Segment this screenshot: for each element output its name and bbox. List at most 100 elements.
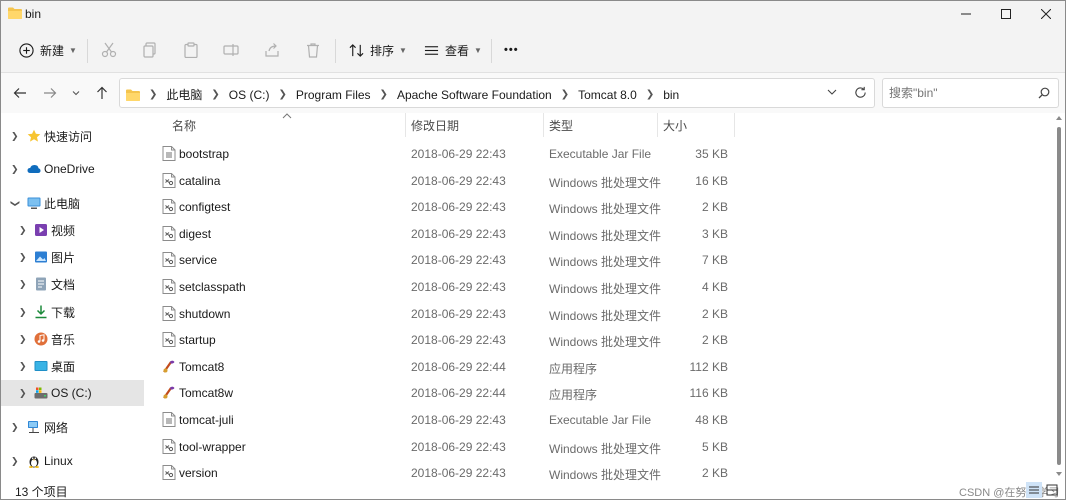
breadcrumb-item[interactable]: bin	[663, 88, 679, 102]
file-row[interactable]: setclasspath 2018-06-29 22:43 Windows 批处理文…	[146, 273, 1006, 299]
nav-item-quick-access[interactable]: ❯ 快速访问	[1, 123, 144, 149]
file-modified-date: 2018-06-29 22:44	[411, 359, 506, 374]
address-row: ❯ 此电脑 ❯ OS (C:) ❯ Program Files ❯ Apache…	[1, 73, 1065, 113]
breadcrumb-item[interactable]: Tomcat 8.0	[578, 88, 637, 102]
nav-item-documents[interactable]: ❯ 文档	[1, 271, 144, 297]
file-row[interactable]: configtest 2018-06-29 22:43 Windows 批处理文件 2…	[146, 193, 1006, 219]
paste-icon[interactable]	[183, 42, 199, 58]
column-header-size[interactable]: 大小	[663, 113, 733, 137]
column-divider[interactable]	[405, 113, 406, 137]
file-modified-date: 2018-06-29 22:43	[411, 253, 506, 268]
nav-item-onedrive[interactable]: ❯ OneDrive	[1, 156, 144, 182]
file-modified-date: 2018-06-29 22:43	[411, 173, 506, 188]
sort-button[interactable]: 排序 ▼	[349, 37, 407, 63]
nav-item-label: 音乐	[51, 332, 76, 347]
chevron-right-icon[interactable]: ❯	[19, 252, 27, 263]
chevron-right-icon[interactable]: ❯	[11, 164, 19, 175]
address-dropdown-button[interactable]	[826, 86, 838, 101]
search-box[interactable]	[882, 78, 1059, 108]
nav-item-downloads[interactable]: ❯ 下载	[1, 299, 144, 325]
scroll-down-icon[interactable]	[1055, 471, 1063, 477]
new-label: 新建	[40, 43, 65, 58]
breadcrumb-item[interactable]: Program Files	[296, 88, 371, 102]
search-icon[interactable]	[1038, 87, 1050, 102]
chevron-right-icon[interactable]: ❯	[11, 422, 19, 433]
chevron-right-icon[interactable]: ❯	[278, 89, 286, 100]
up-button[interactable]	[93, 84, 111, 102]
file-row[interactable]: catalina 2018-06-29 22:43 Windows 批处理文件 16 …	[146, 167, 1006, 193]
file-row[interactable]: Tomcat8w 2018-06-29 22:44 应用程序 116 KB	[146, 379, 1006, 405]
breadcrumb-item[interactable]: OS (C:)	[229, 88, 270, 102]
file-size: 4 KB	[701, 280, 728, 294]
scrollbar-thumb[interactable]	[1057, 127, 1061, 465]
chevron-right-icon[interactable]: ❯	[561, 89, 569, 100]
column-divider[interactable]	[657, 113, 658, 137]
file-row[interactable]: shutdown 2018-06-29 22:43 Windows 批处理文件 2 K…	[146, 300, 1006, 326]
chevron-right-icon[interactable]: ❯	[19, 334, 27, 345]
scroll-up-icon[interactable]	[1055, 115, 1063, 121]
chevron-right-icon[interactable]: ❯	[646, 89, 654, 100]
chevron-right-icon[interactable]: ❯	[11, 456, 19, 467]
rename-icon[interactable]	[223, 42, 239, 58]
nav-item-videos[interactable]: ❯ 视频	[1, 217, 144, 243]
column-divider[interactable]	[543, 113, 544, 137]
application-icon	[162, 385, 176, 400]
file-row[interactable]: service 2018-06-29 22:43 Windows 批处理文件 7 KB	[146, 246, 1006, 272]
chevron-right-icon[interactable]: ❯	[19, 307, 27, 318]
nav-item-label: 图片	[51, 250, 76, 265]
column-header-type[interactable]: 类型	[549, 113, 657, 137]
search-input[interactable]	[889, 85, 1029, 101]
column-header-date[interactable]: 修改日期	[411, 113, 543, 137]
back-button[interactable]	[11, 84, 29, 102]
chevron-right-icon[interactable]: ❯	[19, 279, 27, 290]
nav-item-os-c[interactable]: ❯ OS (C:)	[1, 380, 144, 406]
file-name: catalina	[179, 173, 221, 188]
file-size: 2 KB	[701, 200, 728, 215]
tiles-view-icon[interactable]	[1044, 482, 1060, 498]
file-row[interactable]: digest 2018-06-29 22:43 Windows 批处理文件 3 KB	[146, 220, 1006, 246]
share-icon[interactable]	[264, 42, 280, 58]
file-row[interactable]: tool-wrapper 2018-06-29 22:43 Windows 批处理文…	[146, 433, 1006, 459]
chevron-right-icon[interactable]: ❯	[19, 388, 27, 399]
vertical-scrollbar[interactable]	[1054, 113, 1064, 481]
forward-button[interactable]	[41, 84, 59, 102]
folder-icon	[126, 89, 140, 101]
nav-item-pictures[interactable]: ❯ 图片	[1, 244, 144, 270]
chevron-down-icon[interactable]: ❯	[9, 199, 20, 207]
close-button[interactable]	[1023, 1, 1065, 27]
maximize-icon	[1001, 9, 1011, 19]
refresh-button[interactable]	[854, 86, 867, 102]
column-divider[interactable]	[734, 113, 735, 137]
nav-item-desktop[interactable]: ❯ 桌面	[1, 353, 144, 379]
breadcrumb-item[interactable]: 此电脑	[166, 86, 202, 103]
breadcrumb-item[interactable]: Apache Software Foundation	[397, 88, 552, 102]
file-name: tool-wrapper	[179, 439, 246, 454]
recent-locations-button[interactable]	[67, 84, 85, 102]
new-button[interactable]: 新建 ▼	[19, 37, 77, 63]
chevron-right-icon[interactable]: ❯	[211, 89, 219, 100]
file-row[interactable]: startup 2018-06-29 22:43 Windows 批处理文件 2 KB	[146, 326, 1006, 352]
file-size: 112 KB	[689, 359, 728, 374]
more-options-button[interactable]: •••	[504, 37, 519, 63]
file-row[interactable]: tomcat-juli 2018-06-29 22:43 Executable Ja…	[146, 406, 1006, 432]
file-size: 2 KB	[701, 333, 728, 348]
nav-item-network[interactable]: ❯ 网络	[1, 414, 144, 440]
nav-item-music[interactable]: ❯ 音乐	[1, 326, 144, 352]
delete-icon[interactable]	[305, 42, 321, 58]
chevron-right-icon[interactable]: ❯	[19, 361, 27, 372]
copy-icon[interactable]	[142, 42, 158, 58]
file-modified-date: 2018-06-29 22:44	[411, 386, 506, 401]
chevron-right-icon[interactable]: ❯	[11, 131, 19, 142]
chevron-right-icon[interactable]: ❯	[19, 225, 27, 236]
chevron-right-icon[interactable]: ❯	[380, 89, 388, 100]
file-row[interactable]: Tomcat8 2018-06-29 22:44 应用程序 112 KB	[146, 353, 1006, 379]
nav-item-this-pc[interactable]: ❯ 此电脑	[1, 190, 144, 216]
address-bar[interactable]: ❯ 此电脑 ❯ OS (C:) ❯ Program Files ❯ Apache…	[119, 78, 875, 108]
details-view-icon[interactable]	[1026, 482, 1042, 498]
nav-item-linux[interactable]: ❯ Linux	[1, 448, 144, 474]
file-row[interactable]: bootstrap 2018-06-29 22:43 Executable Jar …	[146, 140, 1006, 166]
cut-icon[interactable]	[101, 42, 117, 58]
title-bar[interactable]: bin	[1, 1, 1065, 27]
divider	[87, 39, 88, 63]
view-button[interactable]: 查看 ▼	[424, 37, 482, 63]
